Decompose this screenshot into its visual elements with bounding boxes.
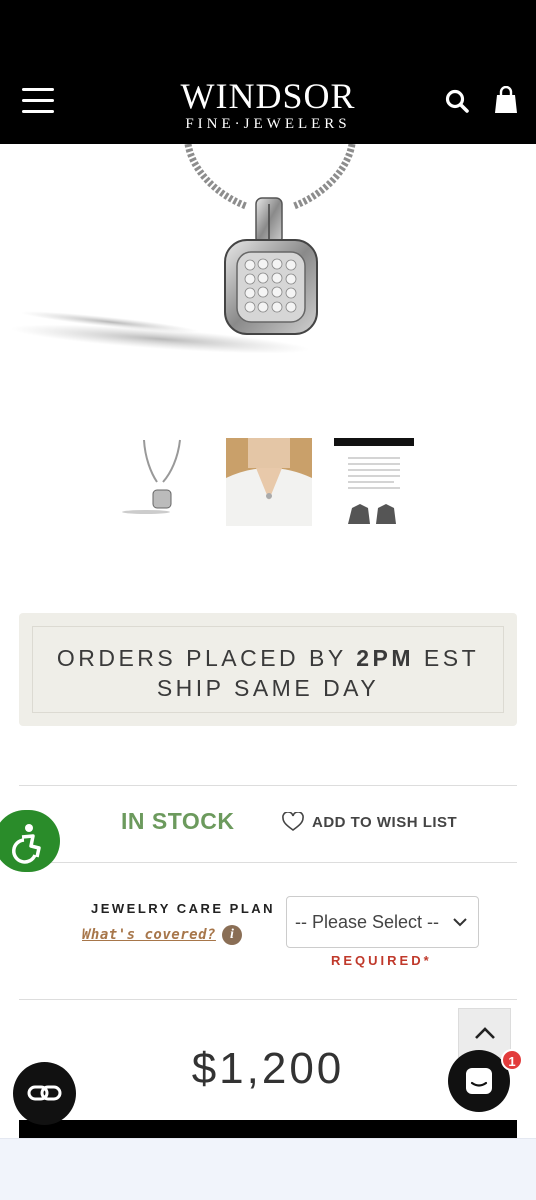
care-plan-select[interactable]: -- Please Select -- [286,896,479,948]
add-to-wishlist-button[interactable]: ADD TO WISH LIST [282,812,457,832]
accessibility-button[interactable] [0,810,60,872]
divider [19,785,517,786]
thumbnail-care-sheet[interactable] [334,438,414,526]
heart-icon [282,812,304,831]
status-bar [0,0,536,60]
add-to-cart-button[interactable] [19,1120,517,1140]
shipping-notice: ORDERS PLACED BY 2PM EST SHIP SAME DAY [19,613,517,726]
care-plan-label: JEWELRY CARE PLAN [91,901,276,916]
shipping-notice-inner: ORDERS PLACED BY 2PM EST SHIP SAME DAY [32,626,504,713]
info-icon[interactable]: i [221,925,242,945]
cookie-preferences-button[interactable] [13,1062,76,1125]
care-plan-link-row: What's covered? i [82,925,242,945]
shopping-bag-icon[interactable] [494,85,518,114]
site-header: WINDSOR FINE·JEWELERS [0,60,536,144]
shipping-line-2: SHIP SAME DAY [156,675,380,701]
thumbnail-model[interactable] [226,438,312,526]
logo[interactable]: WINDSOR FINE·JEWELERS [150,78,386,133]
logo-main-text: WINDSOR [180,76,356,116]
search-icon[interactable] [444,88,472,116]
required-indicator: REQUIRED* [331,953,432,968]
divider [19,999,517,1000]
stock-status: IN STOCK [121,808,235,834]
care-plan-select-value: -- Please Select -- [295,912,440,932]
whats-covered-link[interactable]: What's covered? [82,927,216,943]
chat-unread-badge: 1 [501,1049,523,1071]
link-icon [27,1085,62,1101]
logo-sub-text: FINE·JEWELERS [185,116,351,132]
chevron-down-icon [453,918,467,927]
accessibility-icon [12,824,41,864]
product-main-image[interactable] [0,143,536,406]
divider [19,862,517,863]
shipping-line-1: ORDERS PLACED BY 2PM EST [56,645,480,671]
thumbnail-pendant[interactable] [116,438,200,526]
hamburger-menu-icon[interactable] [22,88,54,114]
wishlist-label: ADD TO WISH LIST [312,813,458,831]
thumbnail-gallery [0,438,536,528]
browser-bottom-bar [0,1138,536,1200]
